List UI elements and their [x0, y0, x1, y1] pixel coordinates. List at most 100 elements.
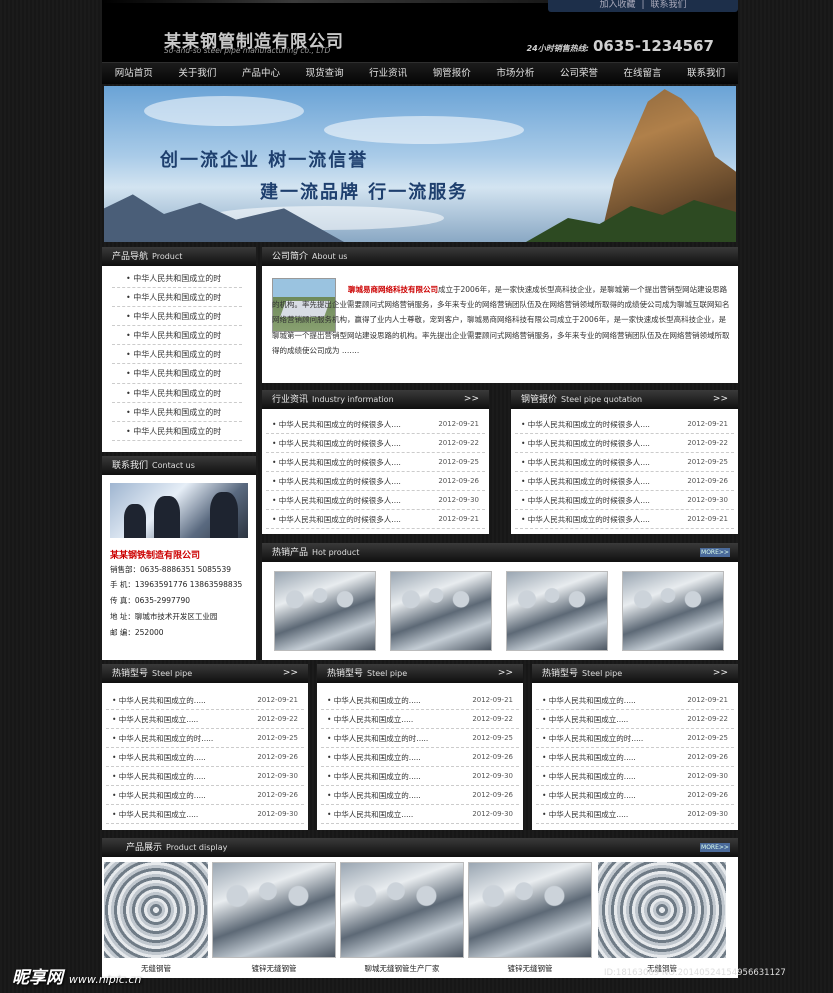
news-item[interactable]: • 中华人民共和国成立的时候很多人.... 2012-09-21 — [515, 510, 734, 529]
product-image[interactable] — [212, 862, 336, 958]
news-title: • 中华人民共和国成立的时..... — [542, 734, 644, 743]
product-nav-item[interactable]: • 中华人民共和国成立的时 — [112, 384, 242, 403]
steel-pipe-title-cn: 热销型号 — [327, 669, 364, 679]
news-item[interactable]: • 中华人民共和国成立的..... 2012-09-30 — [106, 767, 304, 786]
steel-pipe-panel-3: 热销型号 Steel pipe >> • 中华人民共和国成立的..... 2012-0… — [532, 664, 738, 830]
nav-stock[interactable]: 现货查询 — [293, 63, 357, 84]
news-item[interactable]: • 中华人民共和国成立的时候很多人.... 2012-09-25 — [515, 453, 734, 472]
nav-home[interactable]: 网站首页 — [102, 63, 166, 84]
contact-title-en: Contact us — [152, 461, 195, 470]
news-date: 2012-09-22 — [687, 715, 728, 723]
product-nav-item[interactable]: • 中华人民共和国成立的时 — [112, 422, 242, 441]
product-nav-item[interactable]: • 中华人民共和国成立的时 — [112, 326, 242, 346]
news-item[interactable]: • 中华人民共和国成立..... 2012-09-22 — [536, 710, 734, 729]
news-item[interactable]: • 中华人民共和国成立的时..... 2012-09-25 — [321, 729, 519, 748]
news-item[interactable]: • 中华人民共和国成立..... 2012-09-22 — [321, 710, 519, 729]
news-date: 2012-09-26 — [438, 477, 479, 485]
product-nav-item[interactable]: • 中华人民共和国成立的时 — [112, 307, 242, 327]
add-favorite-link[interactable]: 加入收藏 — [599, 0, 635, 10]
news-item[interactable]: • 中华人民共和国成立的时候很多人.... 2012-09-22 — [266, 434, 485, 453]
news-item[interactable]: • 中华人民共和国成立的时候很多人.... 2012-09-22 — [515, 434, 734, 453]
steel-pipe-image[interactable] — [622, 571, 724, 651]
news-item[interactable]: • 中华人民共和国成立的时候很多人.... 2012-09-21 — [515, 415, 734, 434]
product-nav-item[interactable]: • 中华人民共和国成立的时 — [112, 288, 242, 308]
product-label[interactable]: 聊城无缝钢管生产厂家 — [340, 963, 464, 974]
steel-pipe-title: 热销型号 Steel pipe >> — [317, 664, 523, 683]
cloud — [144, 96, 304, 126]
product-nav-item[interactable]: • 中华人民共和国成立的时 — [112, 403, 242, 422]
news-date: 2012-09-22 — [472, 715, 513, 723]
news-item[interactable]: • 中华人民共和国成立的..... 2012-09-26 — [321, 748, 519, 767]
nav-market[interactable]: 市场分析 — [484, 63, 548, 84]
news-date: 2012-09-30 — [438, 496, 479, 504]
nav-products[interactable]: 产品中心 — [229, 63, 293, 84]
news-title: • 中华人民共和国成立..... — [112, 810, 199, 819]
product-image[interactable] — [340, 862, 464, 958]
news-item[interactable]: • 中华人民共和国成立的..... 2012-09-21 — [106, 691, 304, 710]
news-item[interactable]: • 中华人民共和国成立的..... 2012-09-21 — [321, 691, 519, 710]
news-item[interactable]: • 中华人民共和国成立的时候很多人.... 2012-09-25 — [266, 453, 485, 472]
product-display-more-button[interactable]: MORE>> — [700, 843, 730, 852]
news-date: 2012-09-30 — [257, 810, 298, 818]
hot-product-more-button[interactable]: MORE>> — [700, 548, 730, 557]
product-image[interactable] — [598, 862, 726, 958]
contact-us-link[interactable]: 联系我们 — [651, 0, 687, 10]
steel-pipe-image[interactable] — [506, 571, 608, 651]
quotation-panel: 钢管报价 Steel pipe quotation >> • 中华人民共和国成立的时… — [511, 390, 738, 534]
news-date: 2012-09-25 — [687, 734, 728, 742]
quotation-list: • 中华人民共和国成立的时候很多人.... 2012-09-21 • 中华人民共和… — [511, 415, 738, 529]
product-nav-item[interactable]: • 中华人民共和国成立的时 — [112, 269, 242, 289]
news-title: • 中华人民共和国成立的..... — [542, 753, 636, 762]
product-image[interactable] — [468, 862, 592, 958]
product-label[interactable]: 镀锌无缝钢管 — [468, 963, 592, 974]
news-item[interactable]: • 中华人民共和国成立的..... 2012-09-26 — [106, 748, 304, 767]
news-item[interactable]: • 中华人民共和国成立..... 2012-09-30 — [321, 805, 519, 824]
nav-industry[interactable]: 行业资讯 — [356, 63, 420, 84]
product-nav-item[interactable]: • 中华人民共和国成立的时 — [112, 364, 242, 384]
product-nav-item[interactable]: • 中华人民共和国成立的时 — [112, 345, 242, 365]
product-display-title: 产品展示 Product display MORE>> — [102, 838, 738, 857]
nav-contact[interactable]: 联系我们 — [674, 63, 738, 84]
nav-about[interactable]: 关于我们 — [166, 63, 230, 84]
industry-more-link[interactable]: >> — [464, 390, 479, 409]
news-item[interactable]: • 中华人民共和国成立的..... 2012-09-26 — [536, 748, 734, 767]
product-nav-panel: 产品导航 Product • 中华人民共和国成立的时 • 中华人民共和国成立的时 … — [102, 247, 256, 452]
product-display-title-cn: 产品展示 — [126, 843, 163, 853]
news-title: • 中华人民共和国成立的时候很多人.... — [521, 420, 650, 429]
news-date: 2012-09-22 — [687, 439, 728, 447]
news-date: 2012-09-30 — [687, 772, 728, 780]
news-item[interactable]: • 中华人民共和国成立的时..... 2012-09-25 — [536, 729, 734, 748]
watermark-text: 昵享网 — [12, 968, 63, 988]
contact-company: 某某钢铁制造有限公司 — [110, 551, 201, 561]
news-item[interactable]: • 中华人民共和国成立的..... 2012-09-26 — [106, 786, 304, 805]
steel-pipe-image[interactable] — [390, 571, 492, 651]
news-item[interactable]: • 中华人民共和国成立..... 2012-09-22 — [106, 710, 304, 729]
steel-pipe-more-link[interactable]: >> — [713, 664, 728, 683]
nav-quotation[interactable]: 钢管报价 — [420, 63, 484, 84]
about-title-en: About us — [312, 252, 348, 261]
steel-pipe-image[interactable] — [274, 571, 376, 651]
nav-message[interactable]: 在线留言 — [611, 63, 675, 84]
news-item[interactable]: • 中华人民共和国成立的..... 2012-09-30 — [536, 767, 734, 786]
news-item[interactable]: • 中华人民共和国成立的时候很多人.... 2012-09-21 — [266, 510, 485, 529]
news-item[interactable]: • 中华人民共和国成立的时候很多人.... 2012-09-30 — [515, 491, 734, 510]
news-title: • 中华人民共和国成立的..... — [327, 772, 421, 781]
news-item[interactable]: • 中华人民共和国成立的..... 2012-09-26 — [536, 786, 734, 805]
news-item[interactable]: • 中华人民共和国成立的时候很多人.... 2012-09-21 — [266, 415, 485, 434]
nav-honors[interactable]: 公司荣誉 — [547, 63, 611, 84]
steel-pipe-more-link[interactable]: >> — [498, 664, 513, 683]
news-item[interactable]: • 中华人民共和国成立的时候很多人.... 2012-09-26 — [266, 472, 485, 491]
news-item[interactable]: • 中华人民共和国成立的..... 2012-09-30 — [321, 767, 519, 786]
news-item[interactable]: • 中华人民共和国成立的时..... 2012-09-25 — [106, 729, 304, 748]
news-item[interactable]: • 中华人民共和国成立的..... 2012-09-26 — [321, 786, 519, 805]
news-item[interactable]: • 中华人民共和国成立..... 2012-09-30 — [536, 805, 734, 824]
news-item[interactable]: • 中华人民共和国成立的时候很多人.... 2012-09-30 — [266, 491, 485, 510]
product-label[interactable]: 镀锌无缝钢管 — [212, 963, 336, 974]
news-item[interactable]: • 中华人民共和国成立的时候很多人.... 2012-09-26 — [515, 472, 734, 491]
product-image[interactable] — [104, 862, 208, 958]
quotation-more-link[interactable]: >> — [713, 390, 728, 409]
news-item[interactable]: • 中华人民共和国成立的..... 2012-09-21 — [536, 691, 734, 710]
news-title: • 中华人民共和国成立的..... — [542, 696, 636, 705]
news-item[interactable]: • 中华人民共和国成立..... 2012-09-30 — [106, 805, 304, 824]
steel-pipe-more-link[interactable]: >> — [283, 664, 298, 683]
